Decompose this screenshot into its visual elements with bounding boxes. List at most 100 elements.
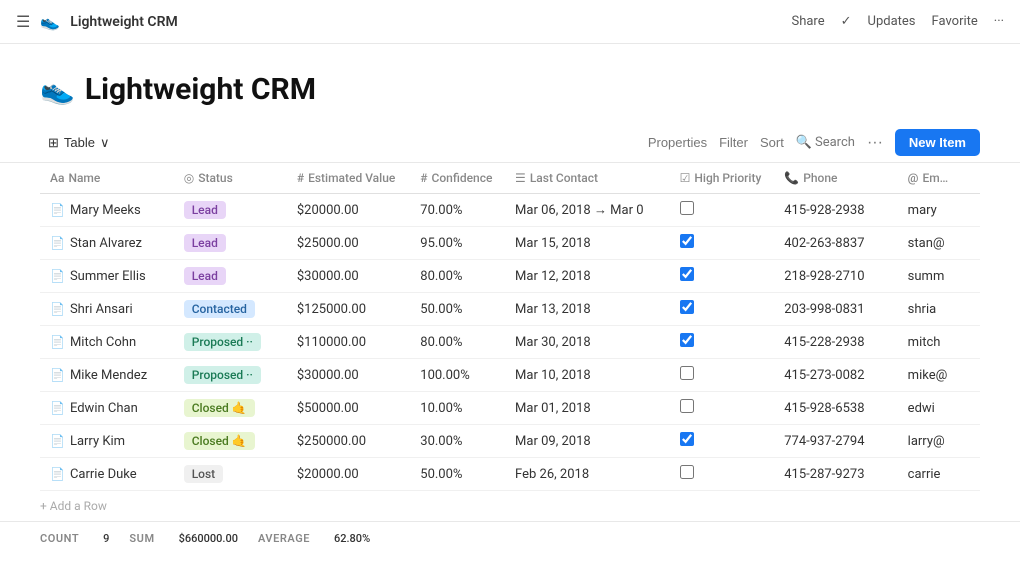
cell-email: mitch — [898, 326, 980, 359]
status-badge[interactable]: Lead — [184, 234, 226, 252]
confidence-col-icon: # — [420, 171, 427, 185]
cell-estimated: $20000.00 — [287, 194, 410, 227]
name-value[interactable]: Mary Meeks — [70, 203, 141, 218]
col-header-estimated: #Estimated Value — [287, 163, 410, 194]
hamburger-icon[interactable]: ☰ — [16, 12, 30, 31]
table-row: 📄Larry KimClosed 🤙$250000.0030.00%Mar 09… — [40, 425, 980, 458]
new-item-button[interactable]: New Item — [895, 129, 980, 156]
name-value[interactable]: Mike Mendez — [70, 368, 147, 383]
name-value[interactable]: Stan Alvarez — [70, 236, 142, 251]
cell-estimated: $125000.00 — [287, 293, 410, 326]
status-badge[interactable]: Contacted — [184, 300, 255, 318]
status-badge[interactable]: Proposed ·· — [184, 366, 261, 384]
status-badge[interactable]: Closed 🤙 — [184, 432, 255, 450]
table-row: 📄Carrie DukeLost$20000.0050.00%Feb 26, 2… — [40, 458, 980, 491]
high-priority-checkbox[interactable] — [680, 432, 694, 446]
table-row: 📄Shri AnsariContacted$125000.0050.00%Mar… — [40, 293, 980, 326]
cell-email: larry@ — [898, 425, 980, 458]
cell-high-priority — [670, 326, 775, 359]
cell-name: 📄Mitch Cohn — [40, 326, 174, 359]
cell-phone: 415-228-2938 — [774, 326, 897, 359]
name-value[interactable]: Carrie Duke — [70, 467, 137, 482]
add-row-button[interactable]: + Add a Row — [0, 491, 1020, 521]
updates-button[interactable]: Updates — [868, 14, 916, 29]
topbar: ☰ 👟 Lightweight CRM Share ✓ Updates Favo… — [0, 0, 1020, 44]
chevron-down-icon: ∨ — [100, 135, 110, 151]
cell-confidence: 50.00% — [410, 293, 505, 326]
name-value[interactable]: Shri Ansari — [70, 302, 133, 317]
cell-status: Proposed ·· — [174, 326, 287, 359]
row-icon: 📄 — [50, 269, 65, 283]
contact-col-icon: ☰ — [515, 171, 526, 185]
status-badge[interactable]: Lost — [184, 465, 223, 483]
high-priority-checkbox[interactable] — [680, 333, 694, 347]
high-priority-checkbox[interactable] — [680, 234, 694, 248]
status-badge[interactable]: Closed 🤙 — [184, 399, 255, 417]
cell-phone: 203-998-0831 — [774, 293, 897, 326]
status-col-icon: ◎ — [184, 171, 194, 185]
cell-high-priority — [670, 458, 775, 491]
cell-phone: 415-928-6538 — [774, 392, 897, 425]
col-header-phone: 📞Phone — [774, 163, 897, 194]
share-button[interactable]: Share — [791, 14, 824, 29]
checkmark-icon: ✓ — [841, 14, 852, 29]
cell-name: 📄 Stan Alvarez — [40, 227, 174, 260]
more-options-button[interactable]: ··· — [994, 14, 1004, 29]
cell-confidence: 70.00% — [410, 194, 505, 227]
table-view-button[interactable]: ⊞ Table ∨ — [40, 131, 118, 155]
high-priority-checkbox[interactable] — [680, 300, 694, 314]
search-wrapper[interactable]: 🔍 Search — [796, 135, 855, 150]
cell-estimated: $250000.00 — [287, 425, 410, 458]
table-body: 📄Mary MeeksLead$20000.0070.00%Mar 06, 20… — [40, 194, 980, 491]
name-value[interactable]: Larry Kim — [70, 434, 125, 449]
status-badge[interactable]: Proposed ·· — [184, 333, 261, 351]
properties-button[interactable]: Properties — [648, 135, 707, 150]
row-icon: 📄 — [50, 236, 65, 250]
cell-name: 📄Mike Mendez — [40, 359, 174, 392]
name-value[interactable]: Summer Ellis — [70, 269, 146, 284]
high-priority-checkbox[interactable] — [680, 399, 694, 413]
average-label: AVERAGE — [258, 532, 310, 545]
cell-estimated: $25000.00 — [287, 227, 410, 260]
cell-phone: 774-937-2794 — [774, 425, 897, 458]
cell-phone: 415-928-2938 — [774, 194, 897, 227]
count-value: 9 — [103, 532, 109, 545]
high-priority-checkbox[interactable] — [680, 201, 694, 215]
cell-estimated: $110000.00 — [287, 326, 410, 359]
cell-high-priority — [670, 359, 775, 392]
cell-confidence: 100.00% — [410, 359, 505, 392]
filter-button[interactable]: Filter — [719, 135, 748, 150]
email-col-icon: @ — [908, 171, 919, 185]
high-priority-checkbox[interactable] — [680, 366, 694, 380]
phone-col-icon: 📞 — [784, 171, 799, 185]
sum-label: SUM — [129, 532, 154, 545]
cell-last-contact: Mar 15, 2018 — [505, 227, 670, 260]
favorite-button[interactable]: Favorite — [932, 14, 978, 29]
cell-high-priority — [670, 227, 775, 260]
col-header-status: ◎Status — [174, 163, 287, 194]
cell-high-priority — [670, 392, 775, 425]
table-row: 📄Mary MeeksLead$20000.0070.00%Mar 06, 20… — [40, 194, 980, 227]
table-label: Table — [64, 135, 95, 150]
cell-email: edwi — [898, 392, 980, 425]
search-label: Search — [815, 135, 855, 150]
high-priority-checkbox[interactable] — [680, 465, 694, 479]
cell-confidence: 50.00% — [410, 458, 505, 491]
topbar-left: ☰ 👟 Lightweight CRM — [16, 12, 178, 31]
table-row: 📄Summer EllisLead$30000.0080.00%Mar 12, … — [40, 260, 980, 293]
status-badge[interactable]: Lead — [184, 267, 226, 285]
name-value[interactable]: Edwin Chan — [70, 401, 138, 416]
table-row: 📄Stan AlvarezLead$25000.0095.00%Mar 15, … — [40, 227, 980, 260]
estimated-col-icon: # — [297, 171, 304, 185]
table-header: AaName ◎Status #Estimated Value #Confide… — [40, 163, 980, 194]
high-priority-checkbox[interactable] — [680, 267, 694, 281]
sort-button[interactable]: Sort — [760, 135, 784, 150]
col-header-email: @Em… — [898, 163, 980, 194]
cell-name: 📄Carrie Duke — [40, 458, 174, 491]
status-badge[interactable]: Lead — [184, 201, 226, 219]
cell-high-priority — [670, 425, 775, 458]
cell-phone: 415-273-0082 — [774, 359, 897, 392]
name-value[interactable]: Mitch Cohn — [70, 335, 136, 350]
more-options-toolbar-button[interactable]: ··· — [867, 134, 883, 152]
cell-status: Closed 🤙 — [174, 425, 287, 458]
